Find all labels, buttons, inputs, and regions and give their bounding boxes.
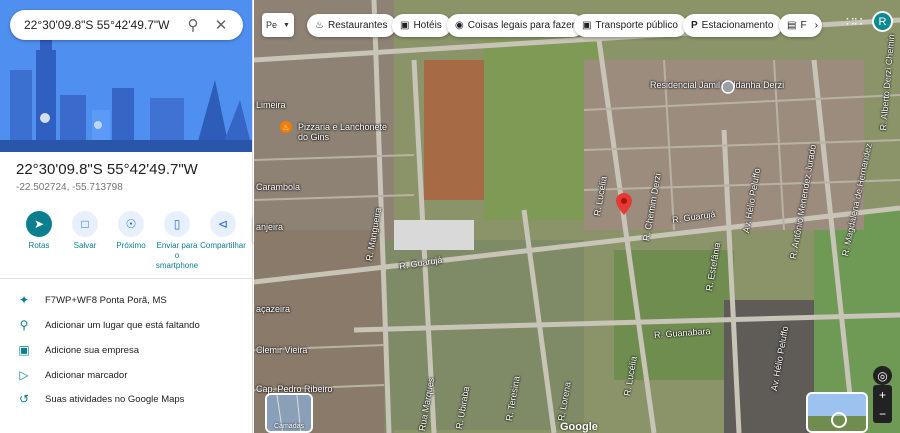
side-panel: 22°30'09.8"S 55°42'49.7"W ⚲ ✕ 22°30'09.8… — [0, 0, 253, 433]
chip-things-to-do-label: Coisas legais para fazer — [467, 20, 576, 31]
search-input[interactable]: 22°30'09.8"S 55°42'49.7"W — [24, 18, 179, 32]
svg-text:♨: ♨ — [282, 123, 289, 132]
zoom-in-button[interactable]: + — [873, 385, 892, 404]
map-label-anjeira: anjeira — [256, 222, 284, 232]
hotel-icon: ▣ — [400, 20, 410, 31]
chip-hotels-label: Hotéis — [413, 20, 442, 31]
divider — [0, 278, 252, 279]
street-view-preview — [808, 394, 866, 431]
google-logo: Google — [560, 421, 598, 433]
chip-pharmacy[interactable]: ▤ F › — [779, 14, 822, 37]
share-icon: ⊲ — [210, 211, 236, 237]
chip-hotels[interactable]: ▣ Hotéis — [392, 14, 451, 37]
chip-pharmacy-label: F — [800, 20, 807, 31]
restaurant-pin-icon[interactable]: ♨ — [279, 120, 293, 136]
add-business-text: Adicione sua empresa — [45, 344, 139, 356]
map-label-carambola: Carambola — [256, 182, 301, 192]
chip-transit[interactable]: ▣ Transporte público — [574, 14, 687, 37]
layers-thumbnail[interactable]: Camadas — [265, 393, 313, 433]
apps-grid-icon[interactable]: ∷∷ — [846, 14, 863, 30]
account-avatar[interactable]: R — [872, 11, 893, 32]
chip-restaurants[interactable]: ♨ Restaurantes — [307, 14, 397, 37]
maps-activity-text: Suas atividades no Google Maps — [45, 393, 185, 405]
layers-label: Pe — [266, 20, 278, 30]
chip-parking[interactable]: P Estacionamento — [683, 14, 783, 37]
layers-switch-button[interactable]: Pe ▼ — [262, 13, 294, 37]
plus-icon: + — [878, 387, 886, 402]
chip-things-to-do[interactable]: ◉ Coisas legais para fazer — [447, 14, 585, 37]
map-label-residencial[interactable]: Residencial Jamil Saldanha Derzi — [650, 80, 784, 90]
directions-button[interactable]: ➤ Rotas — [16, 211, 62, 273]
zoom-out-button[interactable]: − — [873, 404, 892, 423]
dropped-pin-icon[interactable] — [616, 193, 632, 217]
street-view-thumbnail[interactable] — [806, 392, 868, 433]
add-missing-place-row[interactable]: ⚲ Adicionar um lugar que está faltando — [16, 316, 246, 334]
share-button[interactable]: ⊲ Compartilhar — [200, 211, 246, 273]
add-missing-place-text: Adicionar um lugar que está faltando — [45, 319, 200, 331]
plus-code-row[interactable]: ✦ F7WP+WF8 Ponta Porã, MS — [16, 291, 246, 309]
label-icon: ▷ — [19, 368, 29, 382]
map-label-pizzaria[interactable]: Pizzaria e Lanchonete do Gins — [298, 122, 388, 142]
my-location-button[interactable]: ◎ — [873, 366, 892, 385]
my-location-icon: ◎ — [877, 368, 888, 383]
maps-activity-row[interactable]: ↺ Suas atividades no Google Maps — [16, 390, 246, 408]
transit-icon: ▣ — [582, 20, 592, 31]
place-coordinates: -22.502724, -55.713798 — [16, 182, 123, 193]
parking-icon: P — [691, 20, 698, 31]
layers-thumbnail-label: Camadas — [274, 423, 304, 430]
history-icon: ↺ — [18, 392, 30, 406]
residential-pin-icon[interactable] — [721, 80, 735, 94]
chevron-right-icon[interactable]: › — [815, 20, 818, 31]
directions-label: Rotas — [28, 241, 50, 250]
save-label: Salvar — [73, 241, 97, 250]
satellite-map[interactable]: Residencial Jamil Saldanha Derzi Pizzari… — [254, 0, 900, 433]
chip-transit-label: Transporte público — [595, 20, 678, 31]
minus-icon: − — [878, 406, 886, 421]
chevron-down-icon: ▼ — [283, 21, 290, 29]
phone-icon: ▯ — [164, 211, 190, 237]
action-bar: ➤ Rotas □ Salvar ☉ Próximo ▯ Enviar para… — [16, 211, 252, 273]
search-box[interactable]: 22°30'09.8"S 55°42'49.7"W ⚲ ✕ — [10, 10, 243, 40]
share-label: Compartilhar — [200, 241, 246, 250]
chip-restaurants-label: Restaurantes — [327, 20, 388, 31]
save-button[interactable]: □ Salvar — [62, 211, 108, 273]
camera-icon: ◉ — [455, 20, 464, 31]
pharmacy-icon: ▤ — [787, 20, 797, 31]
add-label-text: Adicionar marcador — [45, 369, 128, 381]
add-label-row[interactable]: ▷ Adicionar marcador — [16, 366, 246, 384]
bookmark-icon: □ — [72, 211, 98, 237]
directions-icon: ➤ — [26, 211, 52, 237]
search-icon[interactable]: ⚲ — [179, 11, 207, 39]
add-business-icon: ▣ — [18, 343, 30, 357]
nearby-label: Próximo — [116, 241, 146, 250]
map-label-limeira: Limeira — [256, 100, 286, 110]
add-place-icon: ⚲ — [19, 318, 29, 332]
avatar-letter: R — [878, 15, 887, 28]
map-label-acazeira: açazeira — [256, 304, 291, 314]
chip-parking-label: Estacionamento — [701, 20, 774, 31]
restaurant-icon: ♨ — [315, 20, 324, 31]
nearby-button[interactable]: ☉ Próximo — [108, 211, 154, 273]
place-title: 22°30'09.8"S 55°42'49.7"W — [16, 161, 198, 178]
map-label-clemir: Clemir Vieira — [256, 345, 308, 355]
plus-code-text: F7WP+WF8 Ponta Porã, MS — [45, 294, 167, 306]
nearby-icon: ☉ — [118, 211, 144, 237]
send-to-phone-label: Enviar para o smartphone — [155, 241, 199, 270]
close-icon[interactable]: ✕ — [207, 11, 235, 39]
add-business-row[interactable]: ▣ Adicione sua empresa — [16, 341, 246, 359]
plus-code-icon: ✦ — [18, 293, 30, 307]
send-to-phone-button[interactable]: ▯ Enviar para o smartphone — [154, 211, 200, 273]
